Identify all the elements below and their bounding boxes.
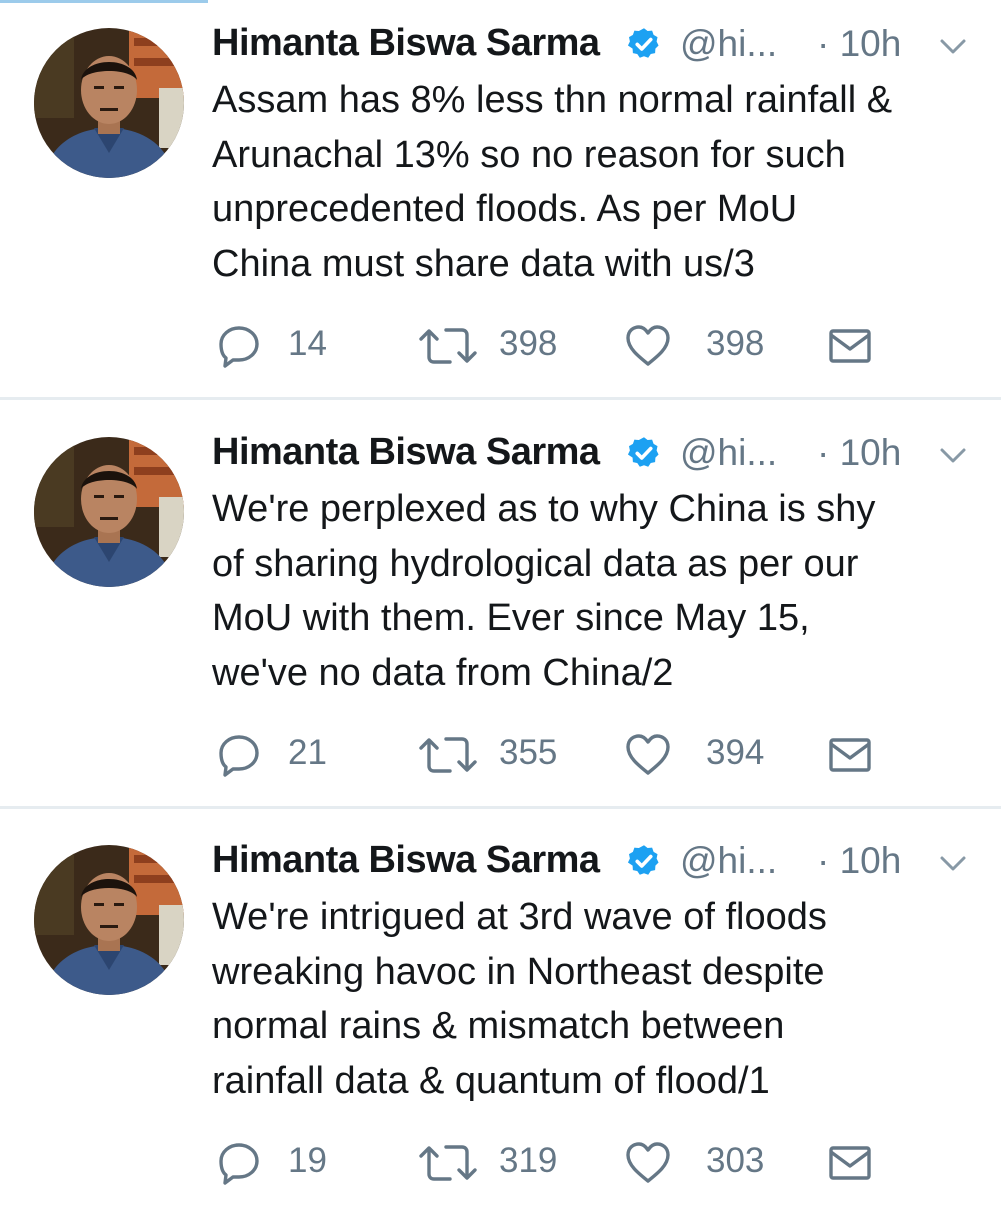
tweet-timestamp[interactable]: · 10h <box>817 23 901 65</box>
like-count: 303 <box>706 1141 765 1180</box>
tweet[interactable]: Himanta Biswa Sarma @hi... · 10h We're p… <box>0 409 1001 809</box>
author-name[interactable]: Himanta Biswa Sarma <box>212 839 600 882</box>
tweet-text-line: MoU with them. Ever since May 15, <box>212 597 810 639</box>
reply-icon <box>219 735 259 777</box>
author-name[interactable]: Himanta Biswa Sarma <box>212 22 600 65</box>
chevron-down-icon[interactable] <box>938 445 968 467</box>
reply-icon <box>219 1143 259 1185</box>
like-icon <box>626 1142 670 1183</box>
tweet[interactable]: Himanta Biswa Sarma @hi... · 10h We're i… <box>0 817 1001 1217</box>
direct-message-icon <box>829 329 871 363</box>
tweet-divider <box>0 397 1001 400</box>
reply-button[interactable]: 14 <box>216 320 346 370</box>
retweet-button[interactable]: 319 <box>417 1137 577 1187</box>
retweet-icon <box>419 328 477 364</box>
retweet-count: 398 <box>499 324 558 363</box>
tweet-timestamp[interactable]: · 10h <box>817 432 901 474</box>
verified-badge-icon <box>627 437 659 467</box>
like-icon <box>626 325 670 366</box>
like-icon <box>626 734 670 775</box>
like-count: 398 <box>706 324 765 363</box>
tweet-text-line: normal rains & mismatch between <box>212 1005 785 1047</box>
chevron-down-icon[interactable] <box>938 36 968 58</box>
tweet-actions: 21 355 394 <box>212 729 982 779</box>
reply-button[interactable]: 21 <box>216 729 346 779</box>
tweet-text: We're intrigued at 3rd wave of floods wr… <box>212 890 982 1108</box>
tweet-divider <box>0 806 1001 809</box>
tweet-text-line: wreaking havoc in Northeast despite <box>212 950 825 993</box>
direct-message-icon <box>829 1146 871 1180</box>
tweet-text-line: Assam has 8% less thn normal rainfall & <box>212 79 893 121</box>
tweet-header: Himanta Biswa Sarma @hi... · 10h <box>212 427 982 483</box>
tweet-header: Himanta Biswa Sarma @hi... · 10h <box>212 18 982 74</box>
direct-message-button[interactable] <box>828 729 872 779</box>
like-button[interactable]: 303 <box>624 1137 784 1187</box>
tweet[interactable]: Himanta Biswa Sarma @hi... · 10h Assam h… <box>0 0 1001 400</box>
retweet-icon <box>419 1145 477 1181</box>
like-button[interactable]: 398 <box>624 320 784 370</box>
tweet-actions: 14 398 398 <box>212 320 982 370</box>
tweet-text-line: rainfall data & quantum of flood/1 <box>212 1059 770 1102</box>
tweet-header: Himanta Biswa Sarma @hi... · 10h <box>212 835 982 891</box>
author-handle[interactable]: @hi... <box>680 840 777 882</box>
retweet-button[interactable]: 398 <box>417 320 577 370</box>
tweet-text-line: of sharing hydrological data as per our <box>212 542 859 585</box>
tweet-text-line: China must share data with us/3 <box>212 242 755 285</box>
author-handle[interactable]: @hi... <box>680 432 777 474</box>
reply-button[interactable]: 19 <box>216 1137 346 1187</box>
author-handle[interactable]: @hi... <box>680 23 777 65</box>
chevron-down-icon[interactable] <box>938 853 968 875</box>
avatar[interactable] <box>34 845 184 995</box>
tweet-text-line: we've no data from China/2 <box>212 651 674 694</box>
tweet-text-line: We're intrigued at 3rd wave of floods <box>212 896 827 938</box>
retweet-button[interactable]: 355 <box>417 729 577 779</box>
like-button[interactable]: 394 <box>624 729 784 779</box>
tweet-actions: 19 319 303 <box>212 1137 982 1187</box>
tweet-text-line: unprecedented floods. As per MoU <box>212 188 798 230</box>
retweet-count: 319 <box>499 1141 558 1180</box>
reply-count: 21 <box>288 733 327 772</box>
author-name[interactable]: Himanta Biswa Sarma <box>212 431 600 474</box>
tweet-text: We're perplexed as to why China is shy o… <box>212 482 982 700</box>
verified-badge-icon <box>627 28 659 58</box>
tweet-text: Assam has 8% less thn normal rainfall & … <box>212 73 982 291</box>
tweet-timestamp[interactable]: · 10h <box>817 840 901 882</box>
tweet-text-line: Arunachal 13% so no reason for such <box>212 133 846 176</box>
avatar[interactable] <box>34 437 184 587</box>
avatar[interactable] <box>34 28 184 178</box>
reply-count: 19 <box>288 1141 327 1180</box>
direct-message-button[interactable] <box>828 320 872 370</box>
reply-icon <box>219 326 259 368</box>
direct-message-button[interactable] <box>828 1137 872 1187</box>
retweet-icon <box>419 737 477 773</box>
tweet-text-line: We're perplexed as to why China is shy <box>212 488 876 530</box>
direct-message-icon <box>829 738 871 772</box>
reply-count: 14 <box>288 324 327 363</box>
like-count: 394 <box>706 733 765 772</box>
verified-badge-icon <box>627 845 659 875</box>
retweet-count: 355 <box>499 733 558 772</box>
